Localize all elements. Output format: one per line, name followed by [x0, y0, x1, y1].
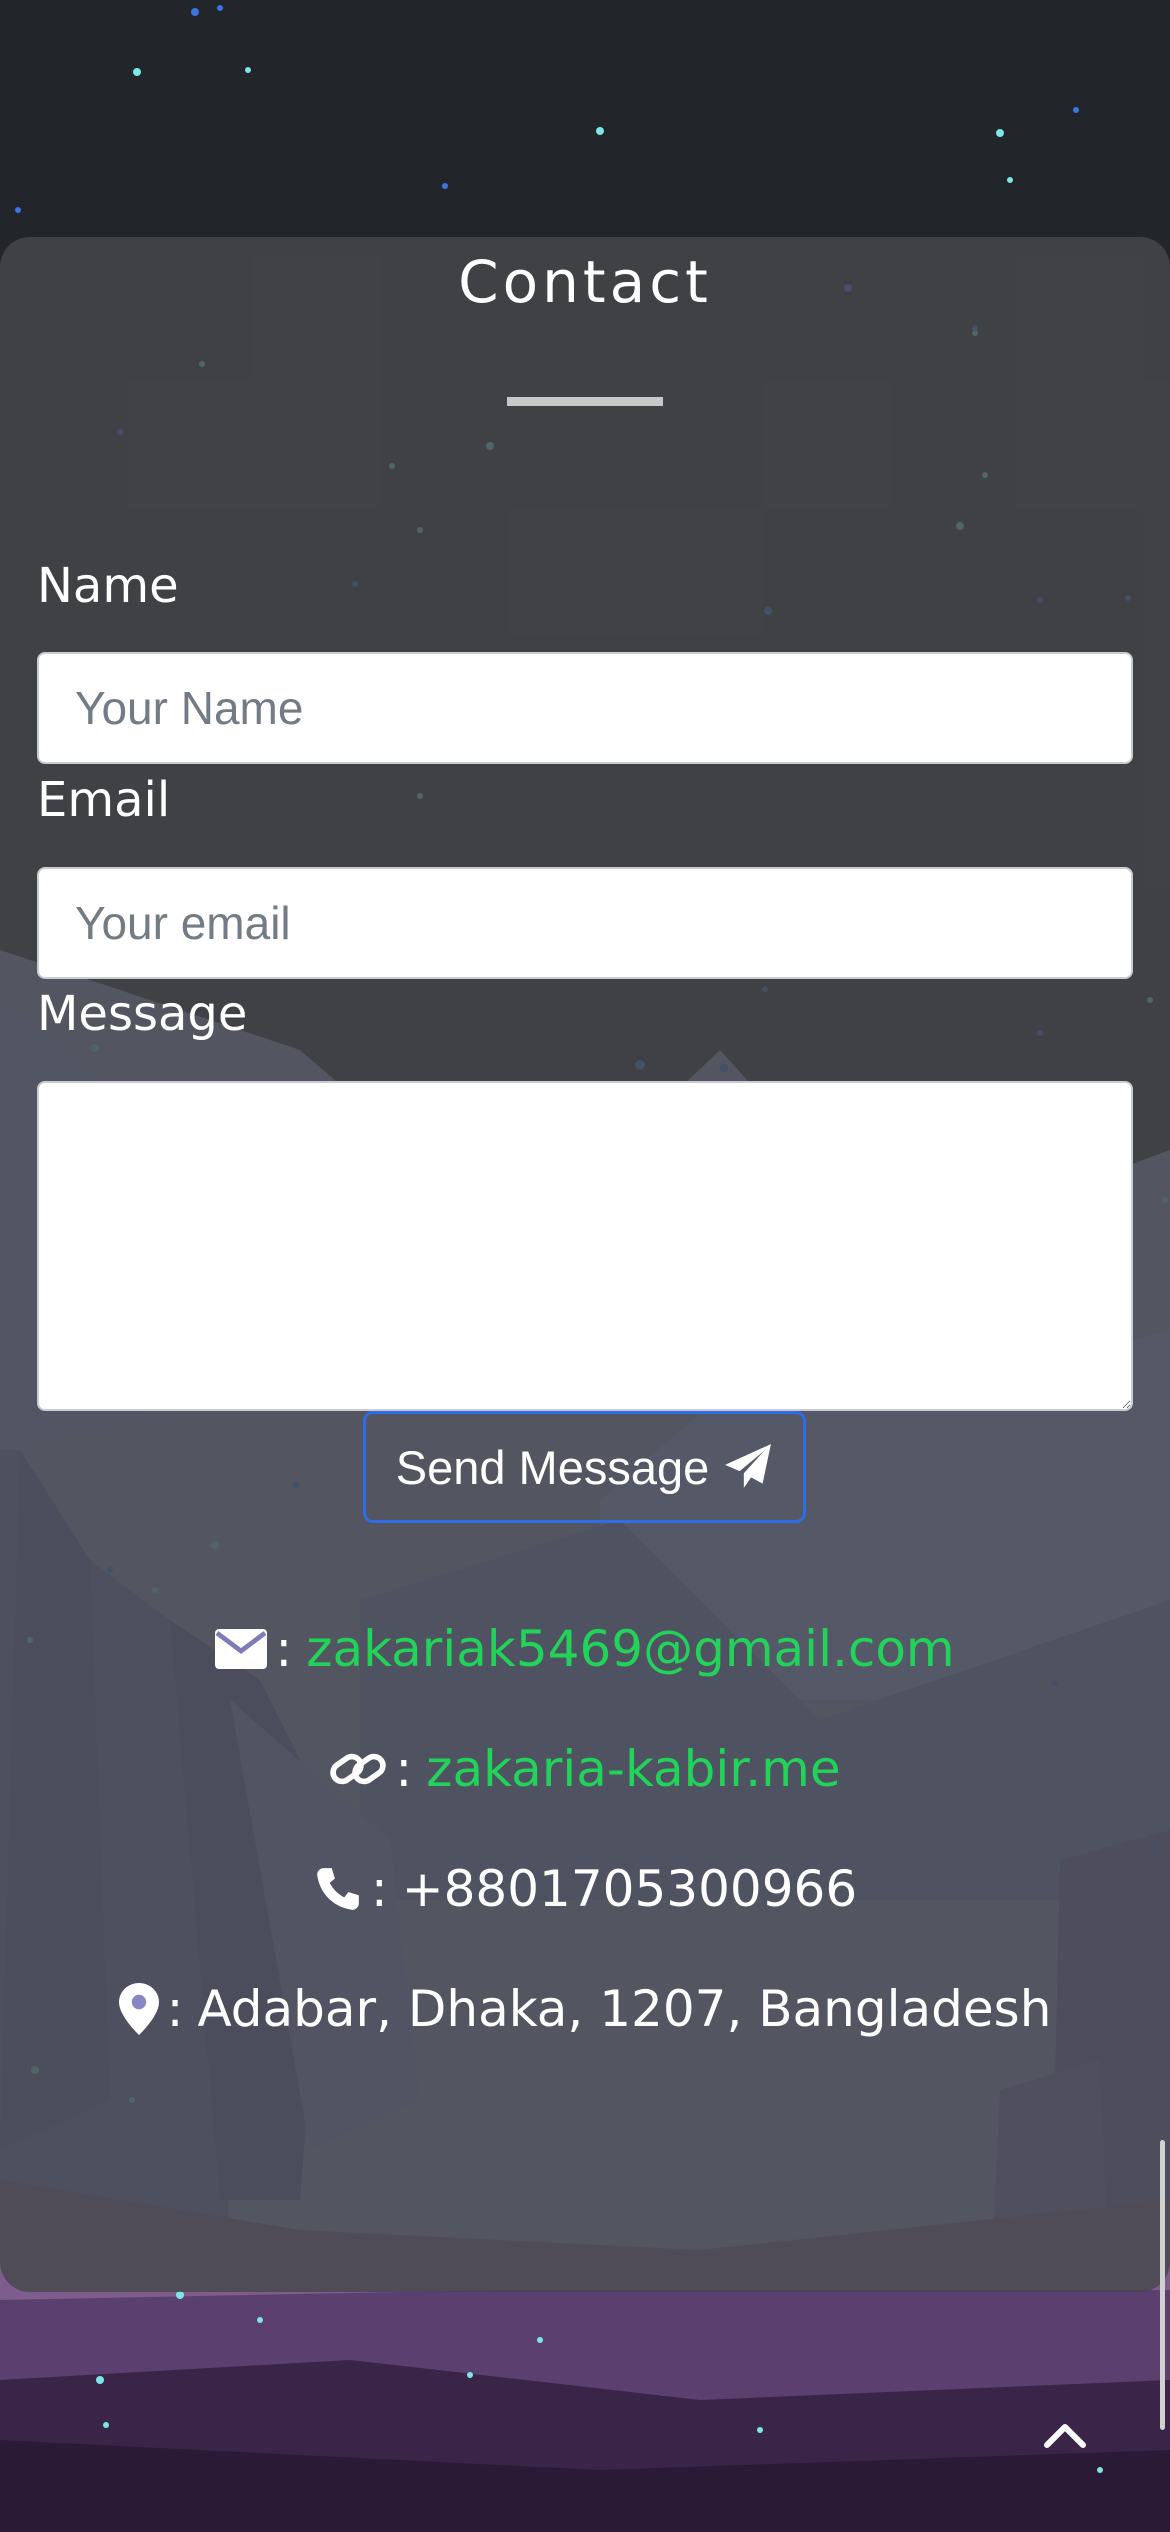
- name-input[interactable]: [37, 652, 1133, 764]
- info-email-row: : zakariak5469@gmail.com: [0, 1620, 1170, 1678]
- page-title: Contact: [458, 248, 712, 316]
- info-separator: :: [395, 1740, 413, 1798]
- send-message-label: Send Message: [395, 1440, 710, 1494]
- info-separator: :: [275, 1620, 293, 1678]
- envelope-icon: [215, 1629, 268, 1669]
- message-textarea[interactable]: [37, 1081, 1133, 1411]
- address-text: Adabar, Dhaka, 1207, Bangladesh: [197, 1980, 1052, 2038]
- send-message-button[interactable]: Send Message: [363, 1411, 806, 1523]
- info-separator: :: [370, 1860, 388, 1918]
- message-label: Message: [37, 986, 248, 1042]
- title-divider: [507, 397, 663, 406]
- website-link[interactable]: zakaria-kabir.me: [426, 1740, 840, 1798]
- paper-plane-icon: [725, 1444, 772, 1488]
- info-website-row: : zakaria-kabir.me: [0, 1740, 1170, 1798]
- scroll-to-top-button[interactable]: [1035, 2405, 1095, 2465]
- name-label: Name: [37, 558, 179, 614]
- phone-number: +8801705300966: [401, 1860, 858, 1918]
- phone-icon: [313, 1864, 363, 1914]
- page-scrollbar[interactable]: [1160, 2140, 1165, 2430]
- info-separator: :: [166, 1980, 184, 2038]
- email-label: Email: [37, 772, 171, 828]
- info-phone-row: : +8801705300966: [0, 1860, 1170, 1918]
- link-icon: [329, 1746, 387, 1792]
- info-address-row: : Adabar, Dhaka, 1207, Bangladesh: [0, 1980, 1170, 2038]
- chevron-up-icon: [1044, 2424, 1086, 2448]
- email-link[interactable]: zakariak5469@gmail.com: [306, 1620, 954, 1678]
- email-input[interactable]: [37, 867, 1133, 979]
- map-marker-icon: [118, 1983, 159, 2035]
